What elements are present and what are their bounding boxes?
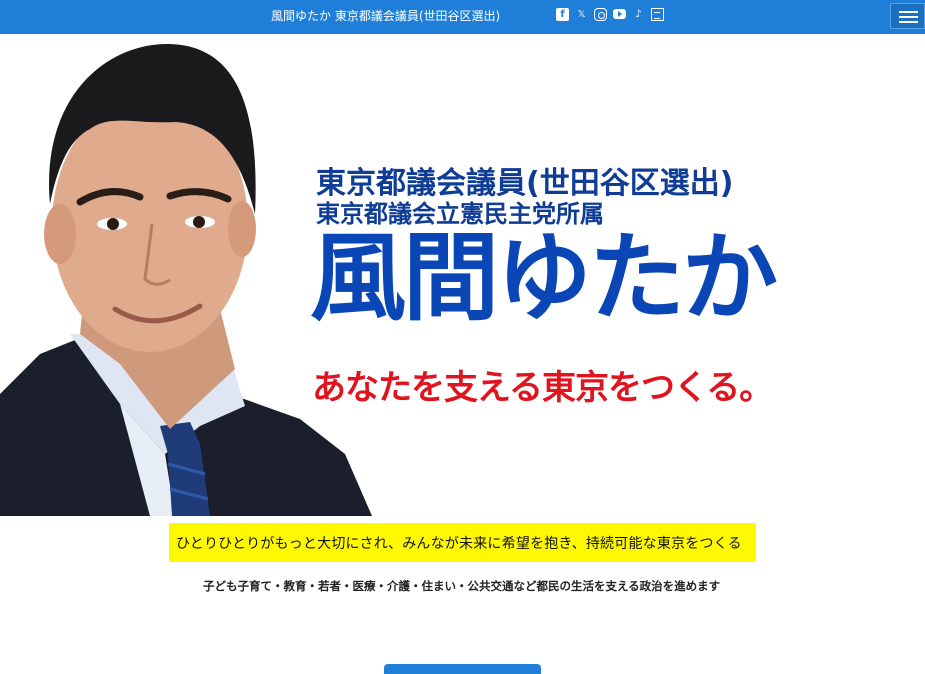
facebook-icon[interactable]: f	[556, 8, 569, 21]
policy-summary: 子ども子育て・教育・若者・医療・介護・住まい・公共交通など都民の生活を支える政治…	[203, 579, 721, 593]
site-title[interactable]: 風間ゆたか 東京都議会議員(世田谷区選出)	[271, 7, 500, 24]
social-links: f 𝕏 ♪	[556, 8, 664, 21]
slogan: あなたを支える東京をつくる。	[312, 368, 773, 408]
cta-button[interactable]	[384, 664, 541, 674]
x-icon[interactable]: 𝕏	[575, 8, 588, 21]
vision-banner: ひとりひとりがもっと大切にされ、みんなが未来に希望を抱き、持続可能な東京をつくる	[169, 523, 756, 562]
hamburger-menu-icon[interactable]	[890, 3, 925, 29]
youtube-icon[interactable]	[613, 9, 626, 19]
note-icon[interactable]	[651, 8, 664, 21]
tiktok-icon[interactable]: ♪	[632, 8, 645, 21]
instagram-icon[interactable]	[594, 8, 607, 21]
hero-section: 東京都議会議員(世田谷区選出) 東京都議会立憲民主党所属 風間ゆたか あなたを支…	[0, 34, 925, 516]
candidate-name: 風間ゆたか	[310, 222, 778, 334]
top-navigation-bar: 風間ゆたか 東京都議会議員(世田谷区選出) f 𝕏 ♪	[0, 0, 925, 34]
vision-banner-text: ひとりひとりがもっと大切にされ、みんなが未来に希望を抱き、持続可能な東京をつくる	[176, 536, 742, 552]
